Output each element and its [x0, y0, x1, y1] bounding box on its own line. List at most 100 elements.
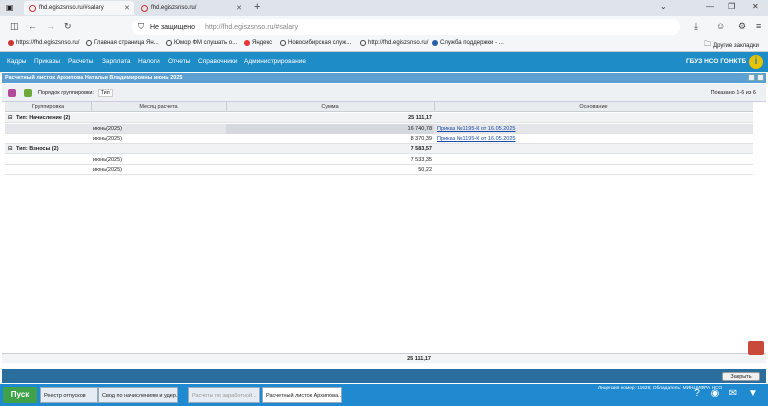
menu-icon[interactable]: ≡ [756, 21, 761, 31]
browser-tab-home[interactable]: fhd.egiszsnso.ru/ ✕ [136, 1, 246, 15]
task-vacations[interactable]: Реестр отпусков [40, 387, 98, 403]
menu-item-admin[interactable]: Администрирование [244, 58, 306, 65]
car-icon[interactable] [748, 341, 764, 355]
browser-tab-bar: ▣ fhd.egiszsnso.ru/#salary ✕ fhd.egiszsn… [0, 0, 768, 16]
basis-link[interactable]: Приказ №1195-К от 16.05.2025 [437, 126, 515, 132]
close-window-icon[interactable]: ✕ [752, 2, 759, 11]
sidebar-icon[interactable]: ◫ [10, 21, 19, 32]
app-taskbar: Пуск Реестр отпусков Свод по начислениям… [0, 384, 768, 406]
other-bookmarks[interactable]: 🗀 Другие закладки [704, 40, 759, 51]
table-row[interactable]: июнь(2025) 50,22 [5, 165, 753, 175]
info-icon[interactable]: i [749, 55, 763, 69]
column-header-grouping[interactable]: Группировка [5, 104, 91, 110]
back-icon[interactable]: ← [28, 21, 37, 31]
total-sum: 25 111,17 [407, 356, 431, 362]
column-header-basis[interactable]: Основание [434, 104, 753, 110]
menu-item-spravochniki[interactable]: Справочники [198, 58, 237, 65]
globe-icon [280, 40, 286, 46]
start-button[interactable]: Пуск [3, 387, 37, 403]
month-cell: июнь(2025) [93, 157, 122, 163]
task-summary[interactable]: Свод по начислениям и удер... [98, 387, 178, 403]
site-favicon-icon [141, 4, 148, 12]
export-icon[interactable] [24, 89, 32, 97]
collapse-icon[interactable]: ⊟ [8, 146, 13, 152]
grid-header: Группировка Месяц расчета Сумма Основани… [5, 102, 753, 112]
globe-icon [86, 40, 92, 46]
shield-icon: ⛉ [138, 22, 144, 31]
basis-link[interactable]: Приказ №1195-К от 16.05.2025 [437, 136, 515, 142]
tab-list-icon[interactable]: ▣ [6, 3, 14, 12]
sum-cell: 16 740,78 [407, 126, 432, 132]
group-row-contributions[interactable]: ⊟ Тип: Взносы (2) 7 583,57 [5, 144, 753, 154]
yandex-icon [244, 40, 250, 46]
group-row-accruals[interactable]: ⊟ Тип: Начисление (2) 25 111,17 [5, 113, 753, 123]
maximize-icon[interactable] [748, 74, 755, 81]
url-text[interactable]: http://fhd.egiszsnso.ru/#salary [205, 24, 298, 31]
browser-tab-salary[interactable]: fhd.egiszsnso.ru/#salary ✕ [24, 1, 134, 15]
address-bar[interactable]: ⛉ Не защищено http://fhd.egiszsnso.ru/#s… [132, 19, 680, 35]
group-label: Тип: Взносы (2) [16, 146, 59, 152]
sum-cell: 7 533,35 [410, 157, 432, 163]
close-tab-icon[interactable]: ✕ [124, 4, 130, 12]
reload-icon[interactable]: ↻ [64, 21, 72, 32]
grouping-menu-icon[interactable] [8, 89, 16, 97]
records-shown: Показано 1-6 из 6 [710, 90, 756, 96]
group-sum: 25 111,17 [408, 115, 432, 121]
task-payslip[interactable]: Расчетный листок Архипова... [262, 387, 342, 403]
folder-icon: 🗀 [704, 41, 711, 48]
close-window-icon[interactable] [757, 74, 764, 81]
bookmark-item[interactable]: https://fhd.egiszsnso.ru/ [8, 40, 79, 46]
menu-item-kadry[interactable]: Кадры [7, 58, 26, 65]
window-title-bar: Расчетный листок Архипова Натальи Владим… [2, 73, 766, 83]
globe-icon [166, 40, 172, 46]
column-header-sum[interactable]: Сумма [226, 104, 434, 110]
column-header-month[interactable]: Месяц расчета [91, 104, 226, 110]
bookmark-item[interactable]: Юмор ФМ слушать о... [166, 40, 237, 46]
menu-item-raschety[interactable]: Расчеты [68, 58, 93, 65]
window-title: Расчетный листок Архипова Натальи Владим… [5, 75, 183, 81]
month-cell: июнь(2025) [93, 136, 122, 142]
bookmark-item[interactable]: Главная страница Ян... [86, 40, 159, 46]
bookmark-item[interactable]: Служба поддержки - ... [432, 40, 504, 46]
table-row[interactable]: июнь(2025) 8 370,39 Приказ №1195-К от 16… [5, 134, 753, 144]
bookmark-item[interactable]: http://fhd.egiszsnso.ru/ [360, 40, 428, 46]
site-favicon-icon [29, 4, 36, 12]
minimize-icon[interactable]: — [706, 2, 714, 11]
mail-icon[interactable]: ✉ [726, 388, 740, 402]
grid-toolbar: Порядок группировки: Тип Показано 1-6 из… [2, 84, 766, 102]
app-menu-bar: Кадры Приказы Расчеты Зарплата Налоги От… [0, 52, 768, 72]
month-cell: июнь(2025) [93, 126, 122, 132]
menu-item-zarplata[interactable]: Зарплата [102, 58, 130, 65]
forward-icon[interactable]: → [46, 21, 55, 31]
close-tab-icon[interactable]: ✕ [236, 4, 242, 12]
bookmark-item[interactable]: Новосибирская служ... [280, 40, 351, 46]
menu-item-prikazy[interactable]: Приказы [34, 58, 60, 65]
sum-cell: 50,22 [418, 167, 432, 173]
month-cell: июнь(2025) [93, 167, 122, 173]
sum-cell: 8 370,39 [410, 136, 432, 142]
bookmark-item[interactable]: Яндекс [244, 40, 272, 46]
menu-item-otchety[interactable]: Отчеты [168, 58, 190, 65]
not-secure-label: Не защищено [150, 23, 195, 31]
close-button[interactable]: Закрыть [722, 372, 760, 381]
bookmark-icon [8, 40, 14, 46]
collapse-icon[interactable]: ⊟ [8, 115, 13, 121]
tab-title: fhd.egiszsnso.ru/#salary [39, 5, 104, 11]
table-row[interactable]: июнь(2025) 7 533,35 [5, 155, 753, 165]
camera-icon[interactable]: ◉ [708, 388, 722, 402]
new-tab-icon[interactable]: + [254, 1, 260, 13]
table-row[interactable]: июнь(2025) 16 740,78 Приказ №1195-К от 1… [5, 124, 753, 134]
chevron-down-icon[interactable]: ⌄ [660, 2, 667, 11]
menu-item-nalogi[interactable]: Налоги [138, 58, 160, 65]
extensions-icon[interactable]: ⚙ [738, 21, 746, 32]
triangle-down-icon[interactable]: ▼ [746, 388, 760, 402]
task-salary-calc[interactable]: Расчеты по заработной... [188, 387, 260, 403]
support-icon [432, 40, 438, 46]
group-sum: 7 583,57 [410, 146, 432, 152]
download-icon[interactable]: ⤓ [694, 21, 698, 32]
group-order-value[interactable]: Тип [97, 89, 113, 97]
help-icon[interactable]: ? [690, 388, 704, 402]
bookmarks-bar: https://fhd.egiszsnso.ru/ Главная страни… [0, 38, 768, 52]
account-icon[interactable]: ☺ [716, 21, 725, 31]
restore-icon[interactable]: ❐ [728, 2, 735, 11]
